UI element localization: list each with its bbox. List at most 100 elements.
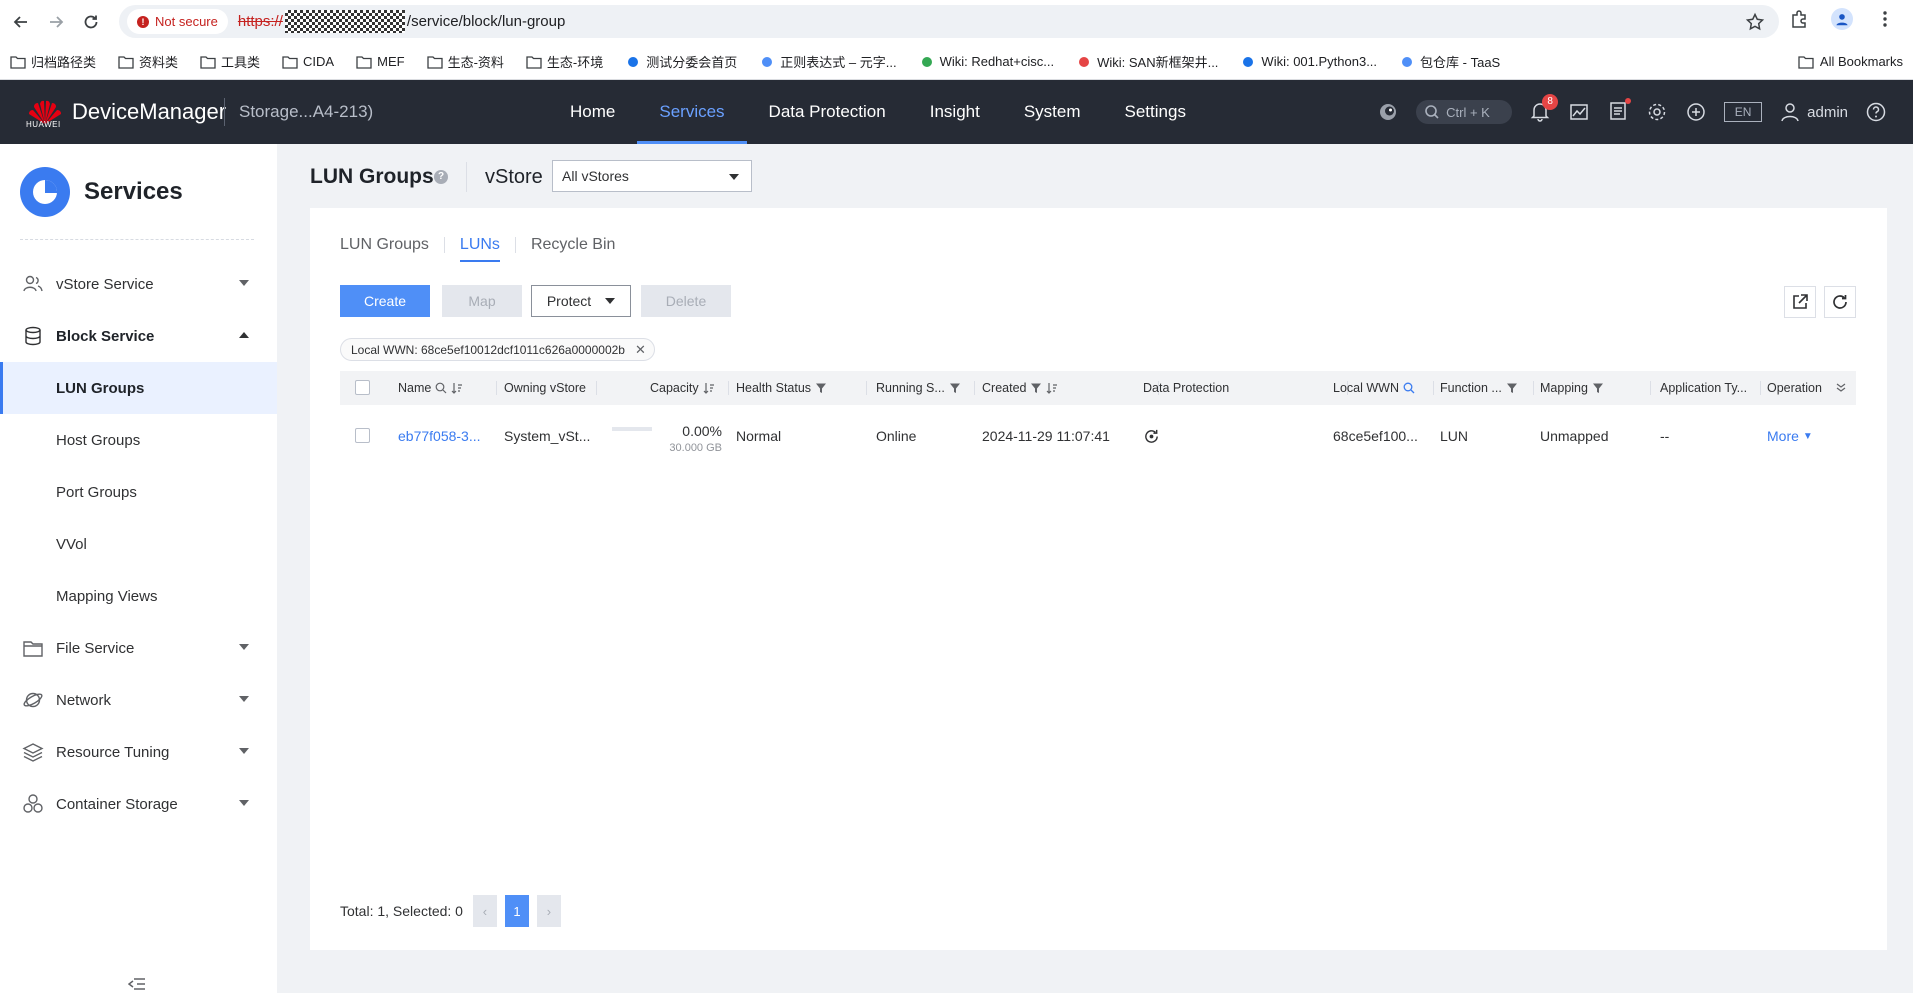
alarm-count-badge: 8 (1542, 93, 1559, 110)
search-icon[interactable] (1403, 382, 1415, 394)
sidebar-item-label: Block Service (56, 327, 155, 345)
bookmark-item[interactable]: 生态-资料 (426, 52, 504, 71)
filter-icon[interactable] (1592, 382, 1604, 394)
vstore-select[interactable]: All vStores (552, 160, 752, 192)
assistant-icon[interactable] (1377, 101, 1399, 123)
filter-icon[interactable] (1030, 382, 1042, 394)
sidebar-item-host-groups[interactable]: Host Groups (0, 414, 277, 466)
filter-icon[interactable] (815, 382, 827, 394)
task-indicator-dot (1625, 97, 1632, 104)
bookmark-item[interactable]: CIDA (282, 54, 334, 69)
language-switch[interactable]: EN (1724, 102, 1763, 122)
sort-icon[interactable] (703, 382, 715, 394)
refresh-button[interactable] (1824, 286, 1856, 318)
sort-icon[interactable] (451, 382, 463, 394)
sidebar-item-lun-groups[interactable]: LUN Groups (0, 362, 277, 414)
extensions-icon[interactable] (1789, 9, 1809, 29)
nav-settings[interactable]: Settings (1103, 80, 1208, 144)
select-all-checkbox[interactable] (355, 380, 370, 395)
sidebar-item-file-service[interactable]: File Service (0, 622, 277, 674)
more-operations-link[interactable]: More ▼ (1767, 405, 1813, 467)
lun-name-link[interactable]: eb77f058-3... (398, 405, 481, 467)
page-number-button[interactable]: 1 (504, 895, 529, 927)
nav-home[interactable]: Home (548, 80, 637, 144)
sidebar-item-block-service[interactable]: Block Service (0, 310, 277, 362)
alarm-button[interactable]: 8 (1529, 93, 1559, 125)
profile-icon[interactable] (1831, 8, 1853, 30)
task-button[interactable] (1607, 97, 1632, 125)
reload-icon[interactable] (77, 8, 105, 36)
column-header-capacity[interactable]: Capacity (650, 371, 715, 405)
column-settings-icon[interactable] (1835, 382, 1847, 394)
column-header-created[interactable]: Created (982, 371, 1058, 405)
collapse-sidebar-icon[interactable] (128, 977, 146, 991)
column-header-local-wwn[interactable]: Local WWN (1333, 371, 1415, 405)
export-button[interactable] (1784, 286, 1816, 318)
bookmark-item[interactable]: 工具类 (200, 52, 260, 71)
all-bookmarks-button[interactable]: All Bookmarks (1798, 54, 1903, 69)
browser-menu-icon[interactable] (1875, 9, 1895, 29)
function-cell: LUN (1440, 428, 1469, 444)
prev-page-button[interactable]: ‹ (472, 895, 497, 927)
nav-insight[interactable]: Insight (908, 80, 1002, 144)
bookmark-item[interactable]: 资料类 (118, 52, 178, 71)
help-circle-icon[interactable] (1865, 101, 1887, 123)
tab-luns[interactable]: LUNs (459, 236, 500, 262)
column-header-running-status[interactable]: Running S... (876, 371, 961, 405)
product-name[interactable]: DeviceManager (72, 99, 226, 125)
column-header-name[interactable]: Name (398, 371, 463, 405)
nav-data-protection[interactable]: Data Protection (747, 80, 908, 144)
sort-icon[interactable] (1046, 382, 1058, 394)
bookmark-item[interactable]: 包仓库 - TaaS (1399, 52, 1500, 71)
sidebar-item-container-storage[interactable]: Container Storage (0, 778, 277, 830)
add-circle-icon[interactable] (1685, 101, 1707, 123)
sidebar-item-mapping-views[interactable]: Mapping Views (0, 570, 277, 622)
sidebar-item-network[interactable]: Network (0, 674, 277, 726)
data-protection-cell (1143, 405, 1160, 467)
bookmark-item[interactable]: 归档路径类 (10, 52, 96, 71)
forward-icon[interactable] (42, 8, 70, 36)
protection-status-icon[interactable] (1143, 428, 1160, 445)
filter-icon[interactable] (1506, 382, 1518, 394)
gear-icon[interactable] (1646, 101, 1668, 123)
protect-dropdown-button[interactable]: Protect (531, 285, 631, 317)
tab-recycle-bin[interactable]: Recycle Bin (531, 236, 615, 262)
performance-chart-icon[interactable] (1568, 101, 1590, 123)
back-icon[interactable] (7, 8, 35, 36)
site-favicon-icon (762, 56, 773, 67)
close-icon[interactable]: ✕ (635, 342, 646, 358)
global-search[interactable]: Ctrl + K (1416, 100, 1513, 124)
sidebar-item-vvol[interactable]: VVol (0, 518, 277, 570)
bookmark-item[interactable]: 正则表达式 – 元字... (759, 52, 897, 71)
bookmark-item[interactable]: Wiki: 001.Python3... (1240, 54, 1377, 69)
sidebar-item-port-groups[interactable]: Port Groups (0, 466, 277, 518)
create-button[interactable]: Create (340, 285, 430, 317)
bookmark-item[interactable]: Wiki: SAN新框架井... (1076, 52, 1218, 71)
nav-system[interactable]: System (1002, 80, 1103, 144)
map-button[interactable]: Map (442, 285, 522, 317)
bookmark-item[interactable]: Wiki: Redhat+cisc... (919, 54, 1054, 69)
bookmark-star-icon[interactable] (1745, 12, 1765, 32)
bookmark-item[interactable]: 生态-环境 (526, 52, 603, 71)
address-bar[interactable]: ! Not secure https:// /service/block/lun… (119, 5, 1779, 38)
sidebar-item-resource-tuning[interactable]: Resource Tuning (0, 726, 277, 778)
bookmark-item[interactable]: MEF (356, 54, 405, 69)
user-menu[interactable]: admin (1779, 101, 1848, 123)
delete-button[interactable]: Delete (641, 285, 731, 317)
column-header-mapping[interactable]: Mapping (1540, 371, 1604, 405)
security-chip[interactable]: ! Not secure (127, 9, 228, 34)
device-name[interactable]: Storage...A4-213) (239, 102, 373, 122)
tab-lun-groups[interactable]: LUN Groups (340, 236, 429, 262)
search-icon[interactable] (435, 382, 447, 394)
filter-icon[interactable] (949, 382, 961, 394)
column-header-health-status[interactable]: Health Status (736, 371, 827, 405)
nav-services[interactable]: Services (637, 80, 747, 144)
sidebar-item-vstore-service[interactable]: vStore Service (0, 258, 277, 310)
bookmark-item[interactable]: 测试分委会首页 (625, 52, 737, 71)
row-checkbox[interactable] (355, 428, 370, 443)
next-page-button[interactable]: › (536, 895, 561, 927)
chevron-down-icon (239, 748, 249, 754)
column-separator (974, 381, 975, 395)
column-header-function[interactable]: Function ... (1440, 371, 1518, 405)
help-icon[interactable]: ? (434, 170, 448, 184)
